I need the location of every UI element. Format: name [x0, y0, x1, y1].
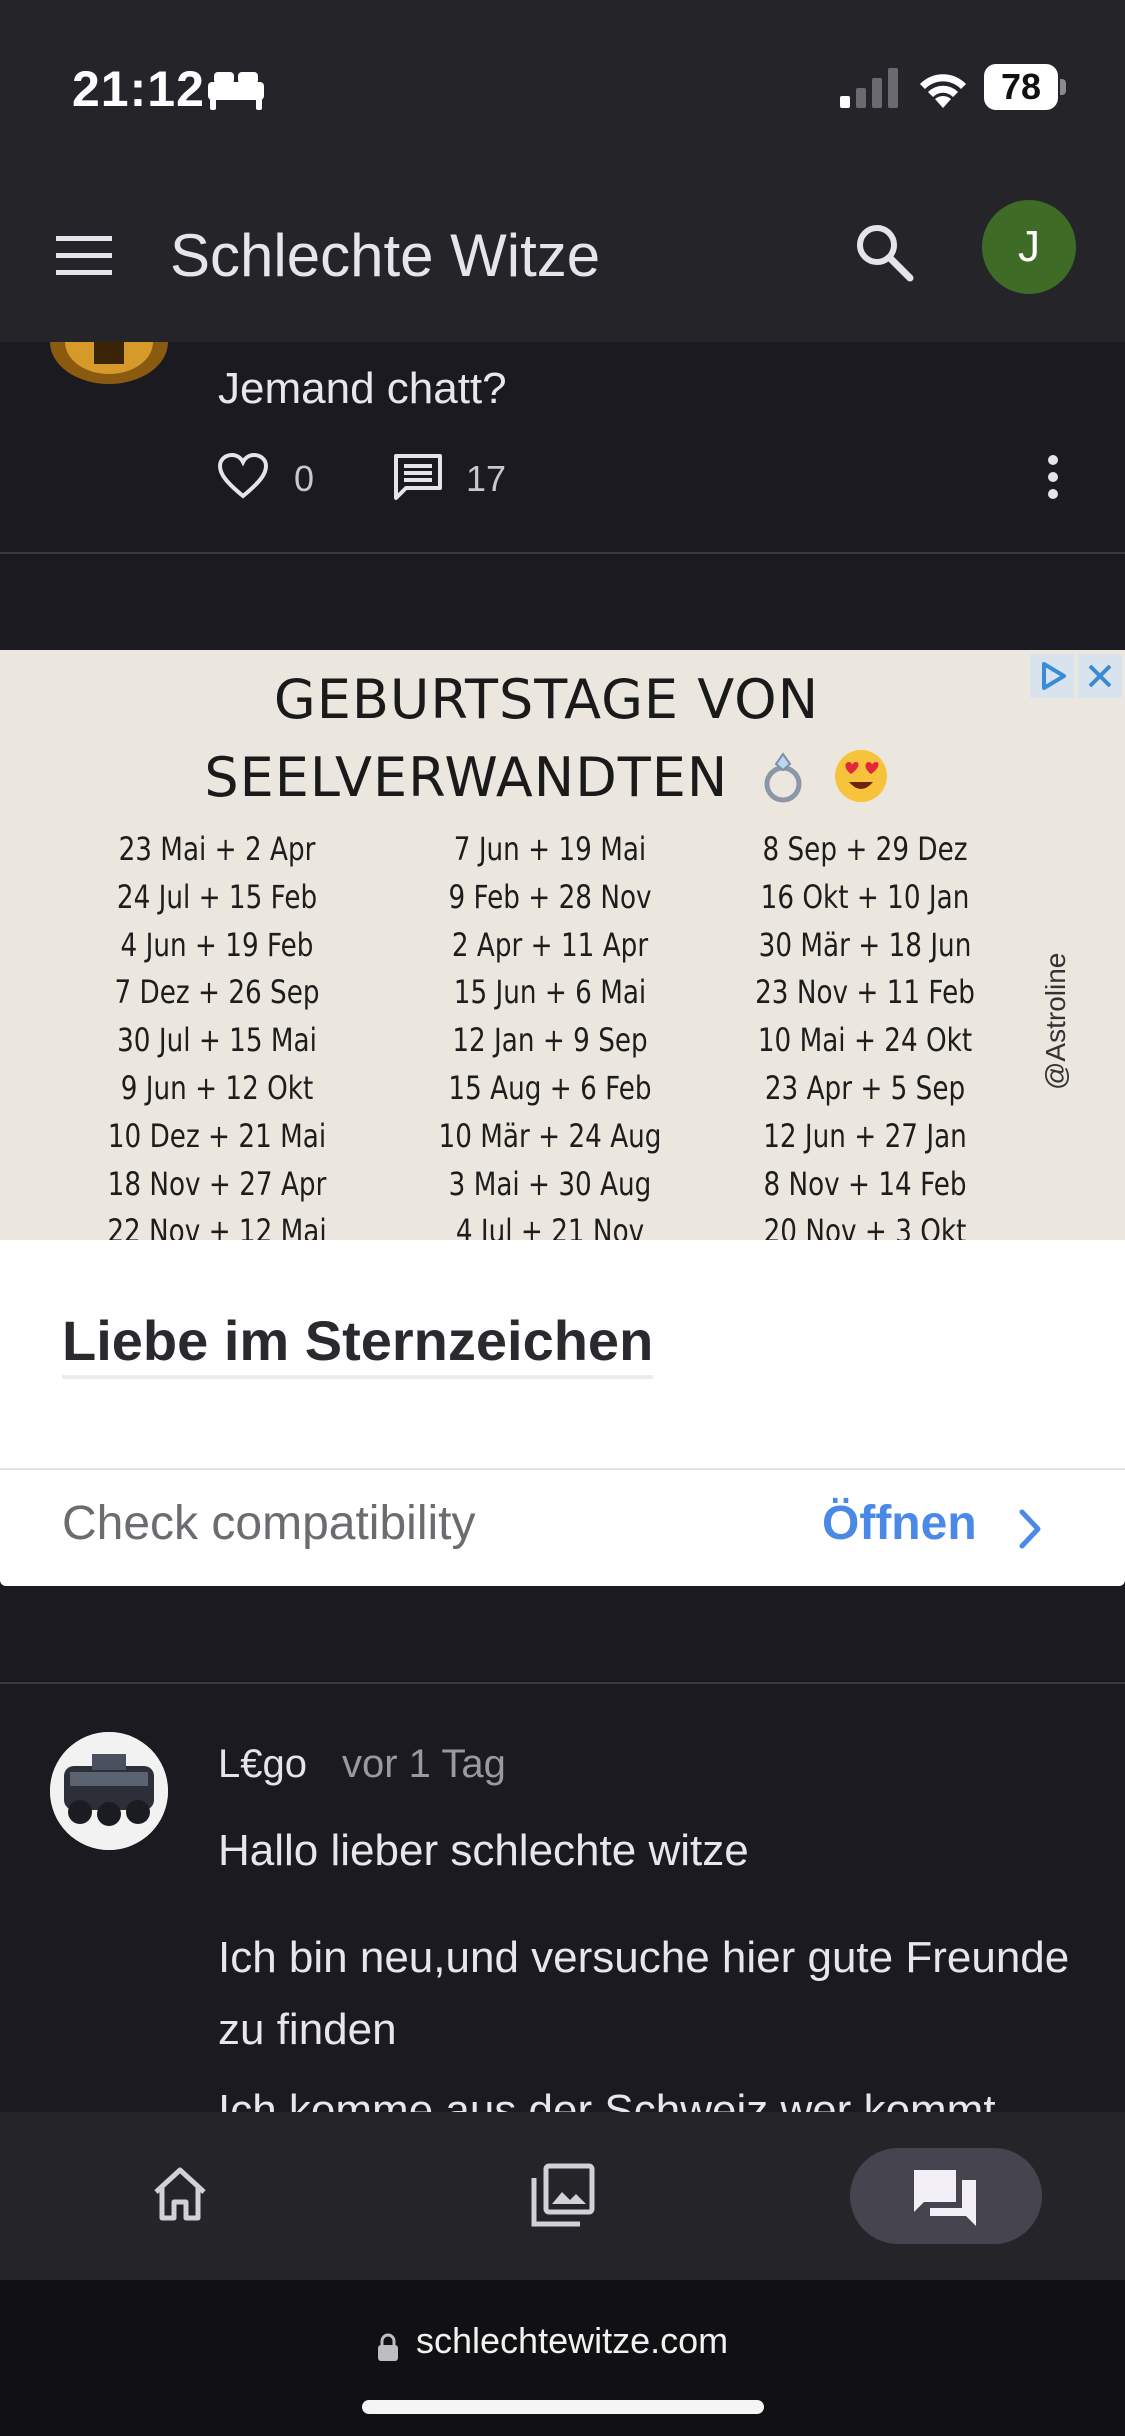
comment-count: 17 — [466, 458, 507, 499]
ad-pair: 23 Mai + 2 Apr — [118, 830, 316, 868]
status-bar: 21:12 78 — [0, 0, 1125, 170]
ad-pair: 3 Mai + 30 Aug — [448, 1164, 652, 1203]
ad-column-1: 23 Mai + 2 Apr 24 Jul + 15 Feb 4 Jun + 1… — [52, 826, 382, 1240]
ad-column-3: 8 Sep + 29 Dez 16 Okt + 10 Jan 30 Mär + … — [700, 826, 1030, 1240]
ad-pair: 8 Sep + 29 Dez — [762, 830, 968, 868]
ring-icon — [764, 752, 802, 803]
user-avatar[interactable]: J — [982, 200, 1076, 294]
divider — [0, 552, 1125, 554]
browser-url[interactable]: schlechtewitze.com — [416, 2320, 728, 2362]
ad-pair: 12 Jan + 9 Sep — [452, 1021, 648, 1060]
wifi-icon — [920, 74, 966, 108]
status-time: 21:12 — [72, 61, 205, 117]
home-indicator[interactable] — [362, 2400, 764, 2414]
ad-divider — [0, 1468, 1125, 1470]
nav-forum-active[interactable] — [850, 2148, 1042, 2244]
ad-open-button[interactable]: Öffnen — [822, 1496, 977, 1551]
adchoices-icon[interactable] — [1030, 654, 1074, 698]
ad-pair: 15 Aug + 6 Feb — [448, 1068, 652, 1107]
ad-pair: 4 Jul + 21 Nov — [455, 1212, 645, 1240]
post-author-avatar[interactable] — [50, 1732, 168, 1850]
divider — [0, 1682, 1125, 1684]
ad-pair: 10 Mai + 24 Okt — [757, 1021, 973, 1060]
post-paragraph: Hallo lieber schlechte witze — [218, 1826, 749, 1875]
ad-pair: 24 Jul + 15 Feb — [116, 877, 318, 916]
lock-icon — [378, 2333, 398, 2361]
gallery-icon[interactable] — [530, 2162, 596, 2228]
battery-icon: 78 — [984, 64, 1066, 110]
ad-pair: 15 Jun + 6 Mai — [453, 973, 647, 1012]
forum-icon — [914, 2170, 976, 2226]
post-author-avatar[interactable] — [50, 342, 168, 468]
post-timestamp: vor 1 Tag — [342, 1742, 506, 1786]
ad-column-2: 7 Jun + 19 Mai 9 Feb + 28 Nov 2 Apr + 11… — [385, 826, 715, 1240]
battery-level: 78 — [1000, 66, 1042, 107]
post-author-name[interactable]: L€go — [218, 1742, 307, 1787]
ad-card[interactable]: GEBURTSTAGE VON SEELVERWANDTEN 23 Mai + … — [0, 650, 1125, 1586]
ad-pair: 20 Nov + 3 Okt — [763, 1212, 967, 1240]
more-vert-icon[interactable] — [1040, 452, 1066, 502]
app-bar: Schlechte Witze J — [0, 170, 1125, 342]
ad-pair: 12 Jun + 27 Jan — [763, 1116, 967, 1155]
ad-pair: 4 Jun + 19 Feb — [120, 925, 314, 964]
ad-subtext: Check compatibility — [62, 1497, 476, 1550]
ad-image-title-2: SEELVERWANDTEN — [0, 746, 1093, 809]
ad-pair: 22 Nov + 12 Mai — [107, 1212, 327, 1240]
post-card: Jemand chatt? 0 17 — [0, 342, 1125, 554]
ad-pair: 9 Feb + 28 Nov — [448, 877, 652, 916]
signal-icon — [840, 68, 898, 108]
ad-pair: 30 Mär + 18 Jun — [758, 925, 972, 964]
bed-icon — [208, 72, 264, 110]
post-paragraph: Ich bin neu,und versuche hier gute Freun… — [218, 1933, 1070, 2054]
ad-pair: 7 Dez + 26 Sep — [114, 973, 320, 1012]
comment-icon[interactable] — [392, 452, 444, 502]
ad-image-title-1: GEBURTSTAGE VON — [273, 668, 820, 731]
heart-icon[interactable] — [216, 452, 270, 500]
browser-url-bar[interactable]: schlechtewitze.com — [0, 2280, 1125, 2436]
home-icon[interactable] — [148, 2162, 212, 2226]
ad-image[interactable]: GEBURTSTAGE VON SEELVERWANDTEN 23 Mai + … — [0, 650, 1125, 1240]
close-icon[interactable] — [1078, 654, 1122, 698]
ad-pair: 9 Jun + 12 Okt — [120, 1068, 314, 1107]
like-count: 0 — [294, 458, 315, 499]
ad-pair: 8 Nov + 14 Feb — [763, 1164, 967, 1203]
ad-image-handle: @Astroline — [1040, 952, 1071, 1090]
heart-eyes-emoji-icon — [834, 750, 887, 802]
ad-pair: 10 Dez + 21 Mai — [107, 1116, 327, 1155]
post-text: Jemand chatt? — [218, 364, 507, 413]
ad-pair: 10 Mär + 24 Aug — [438, 1116, 662, 1155]
ad-pair: 30 Jul + 15 Mai — [117, 1021, 317, 1060]
ad-pair: 16 Okt + 10 Jan — [760, 877, 970, 916]
ad-image-title-2-text: SEELVERWANDTEN — [204, 746, 729, 809]
ad-pair: 23 Nov + 11 Feb — [755, 973, 975, 1012]
ad-headline[interactable]: Liebe im Sternzeichen — [62, 1308, 654, 1379]
ad-pair: 23 Apr + 5 Sep — [764, 1068, 966, 1107]
app-title: Schlechte Witze — [170, 222, 601, 289]
chevron-right-icon[interactable] — [1016, 1506, 1044, 1552]
ad-pair: 18 Nov + 27 Apr — [107, 1164, 327, 1203]
ad-pair: 2 Apr + 11 Apr — [451, 925, 649, 964]
ad-pair: 7 Jun + 19 Mai — [453, 830, 647, 868]
search-icon[interactable] — [852, 220, 916, 284]
bottom-navigation — [0, 2112, 1125, 2280]
menu-icon[interactable] — [56, 228, 112, 284]
